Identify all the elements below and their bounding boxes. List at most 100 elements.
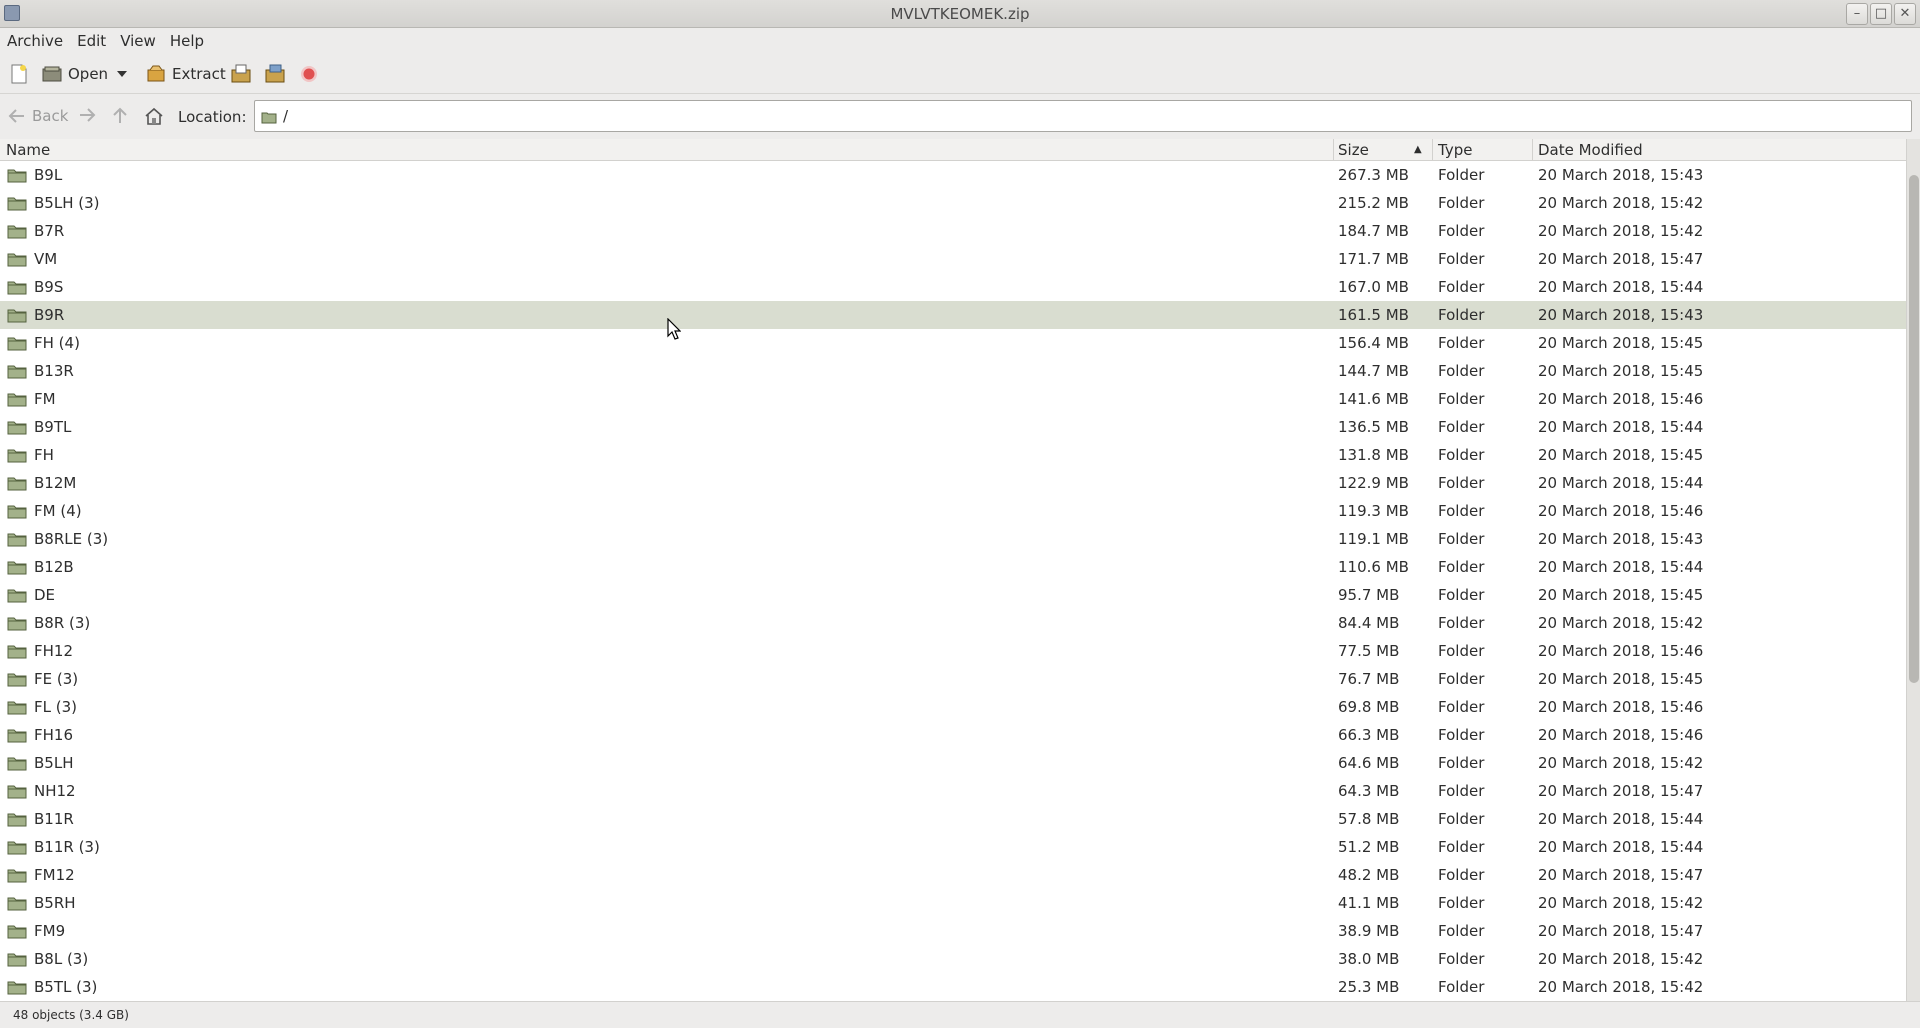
back-label: Back <box>32 107 69 125</box>
new-archive-button[interactable] <box>10 62 28 86</box>
add-files-button[interactable] <box>230 62 252 86</box>
location-label: Location: <box>178 108 247 126</box>
maximize-button[interactable]: □ <box>1870 3 1892 25</box>
folder-icon <box>7 785 27 799</box>
table-row[interactable]: B8R (3) 84.4 MB Folder 20 March 2018, 15:42 <box>0 609 1906 637</box>
table-row[interactable]: B9TL 136.5 MB Folder 20 March 2018, 15:44 <box>0 413 1906 441</box>
table-row[interactable]: FH (4) 156.4 MB Folder 20 March 2018, 15:45 <box>0 329 1906 357</box>
menu-archive[interactable]: Archive <box>0 28 70 50</box>
arrow-left-icon <box>8 109 24 123</box>
folder-icon <box>7 841 27 855</box>
table-row[interactable]: B5TL (3) 25.3 MB Folder 20 March 2018, 15:4… <box>0 973 1906 1001</box>
menu-help[interactable]: Help <box>163 28 211 50</box>
table-row[interactable]: B11R (3) 51.2 MB Folder 20 March 2018, 15:4… <box>0 833 1906 861</box>
close-button[interactable]: ✕ <box>1894 3 1916 25</box>
table-row[interactable]: B12B 110.6 MB Folder 20 March 2018, 15:44 <box>0 553 1906 581</box>
file-rows: B9L 267.3 MB Folder 20 March 2018, 15:43 B5L… <box>0 161 1906 1001</box>
menu-view[interactable]: View <box>113 28 163 50</box>
table-row[interactable]: VM 171.7 MB Folder 20 March 2018, 15:47 <box>0 245 1906 273</box>
row-date: 20 March 2018, 15:46 <box>1538 698 1704 716</box>
table-row[interactable]: B13R 144.7 MB Folder 20 March 2018, 15:45 <box>0 357 1906 385</box>
row-name: B11R <box>34 810 74 828</box>
folder-icon <box>7 589 27 603</box>
home-button[interactable] <box>144 107 164 125</box>
stop-icon <box>301 66 317 82</box>
table-row[interactable]: FM9 38.9 MB Folder 20 March 2018, 15:47 <box>0 917 1906 945</box>
table-row[interactable]: FM (4) 119.3 MB Folder 20 March 2018, 15:46 <box>0 497 1906 525</box>
row-date: 20 March 2018, 15:42 <box>1538 978 1704 996</box>
row-size: 119.3 MB <box>1338 502 1409 520</box>
table-row[interactable]: B11R 57.8 MB Folder 20 March 2018, 15:44 <box>0 805 1906 833</box>
row-size: 141.6 MB <box>1338 390 1409 408</box>
row-date: 20 March 2018, 15:42 <box>1538 194 1704 212</box>
folder-icon <box>7 225 27 239</box>
row-size: 84.4 MB <box>1338 614 1400 632</box>
table-row[interactable]: FE (3) 76.7 MB Folder 20 March 2018, 15:45 <box>0 665 1906 693</box>
row-type: Folder <box>1438 222 1485 240</box>
extract-button[interactable]: Extract <box>146 62 226 86</box>
open-dropdown-button[interactable] <box>116 62 128 86</box>
row-type: Folder <box>1438 194 1485 212</box>
table-row[interactable]: NH12 64.3 MB Folder 20 March 2018, 15:47 <box>0 777 1906 805</box>
table-row[interactable]: B5LH (3) 215.2 MB Folder 20 March 2018, 15:… <box>0 189 1906 217</box>
table-row[interactable]: FH12 77.5 MB Folder 20 March 2018, 15:46 <box>0 637 1906 665</box>
open-label: Open <box>68 65 109 83</box>
minimize-button[interactable]: – <box>1846 3 1868 25</box>
row-size: 167.0 MB <box>1338 278 1409 296</box>
table-row[interactable]: B9R 161.5 MB Folder 20 March 2018, 15:43 <box>0 301 1906 329</box>
up-button[interactable] <box>112 107 128 125</box>
forward-button[interactable] <box>78 107 96 123</box>
row-date: 20 March 2018, 15:42 <box>1538 950 1704 968</box>
table-row[interactable]: B7R 184.7 MB Folder 20 March 2018, 15:42 <box>0 217 1906 245</box>
row-size: 171.7 MB <box>1338 250 1409 268</box>
table-row[interactable]: B12M 122.9 MB Folder 20 March 2018, 15:44 <box>0 469 1906 497</box>
row-type: Folder <box>1438 446 1485 464</box>
row-name: B9S <box>34 278 64 296</box>
table-row[interactable]: B8L (3) 38.0 MB Folder 20 March 2018, 15:42 <box>0 945 1906 973</box>
table-row[interactable]: FH16 66.3 MB Folder 20 March 2018, 15:46 <box>0 721 1906 749</box>
row-size: 95.7 MB <box>1338 586 1400 604</box>
table-row[interactable]: DE 95.7 MB Folder 20 March 2018, 15:45 <box>0 581 1906 609</box>
scrollbar-thumb[interactable] <box>1909 175 1919 683</box>
row-type: Folder <box>1438 334 1485 352</box>
column-name[interactable]: Name <box>6 141 50 161</box>
table-row[interactable]: FM 141.6 MB Folder 20 March 2018, 15:46 <box>0 385 1906 413</box>
folder-icon <box>7 561 27 575</box>
arrow-up-icon <box>113 107 127 123</box>
row-date: 20 March 2018, 15:43 <box>1538 306 1704 324</box>
row-type: Folder <box>1438 250 1485 268</box>
table-row[interactable]: FM12 48.2 MB Folder 20 March 2018, 15:47 <box>0 861 1906 889</box>
column-type[interactable]: Type <box>1438 141 1472 161</box>
table-row[interactable]: FL (3) 69.8 MB Folder 20 March 2018, 15:46 <box>0 693 1906 721</box>
new-document-icon <box>11 64 27 84</box>
table-row[interactable]: B5LH 64.6 MB Folder 20 March 2018, 15:42 <box>0 749 1906 777</box>
table-row[interactable]: B8RLE (3) 119.1 MB Folder 20 March 2018, 15… <box>0 525 1906 553</box>
column-date-modified[interactable]: Date Modified <box>1538 141 1643 161</box>
folder-icon <box>7 981 27 995</box>
row-date: 20 March 2018, 15:46 <box>1538 502 1704 520</box>
extract-icon <box>147 65 165 82</box>
row-size: 38.0 MB <box>1338 950 1400 968</box>
mouse-cursor-icon <box>667 318 681 340</box>
vertical-scrollbar[interactable] <box>1906 139 1920 1001</box>
stop-button[interactable] <box>300 62 318 86</box>
add-folder-button[interactable] <box>264 62 286 86</box>
back-button[interactable]: Back <box>8 107 68 125</box>
open-button[interactable]: Open <box>42 62 108 86</box>
row-date: 20 March 2018, 15:45 <box>1538 670 1704 688</box>
table-row[interactable]: B9S 167.0 MB Folder 20 March 2018, 15:44 <box>0 273 1906 301</box>
table-row[interactable]: B9L 267.3 MB Folder 20 March 2018, 15:43 <box>0 161 1906 189</box>
row-type: Folder <box>1438 838 1485 856</box>
row-name: NH12 <box>34 782 76 800</box>
table-row[interactable]: FH 131.8 MB Folder 20 March 2018, 15:45 <box>0 441 1906 469</box>
extract-label: Extract <box>172 65 226 83</box>
row-name: B12M <box>34 474 77 492</box>
row-date: 20 March 2018, 15:46 <box>1538 642 1704 660</box>
row-name: B8L (3) <box>34 950 89 968</box>
location-field[interactable]: / <box>254 100 1912 132</box>
table-row[interactable]: B5RH 41.1 MB Folder 20 March 2018, 15:42 <box>0 889 1906 917</box>
menu-edit[interactable]: Edit <box>70 28 113 50</box>
folder-icon <box>7 309 27 323</box>
folder-icon <box>7 869 27 883</box>
column-size[interactable]: Size <box>1338 141 1369 161</box>
